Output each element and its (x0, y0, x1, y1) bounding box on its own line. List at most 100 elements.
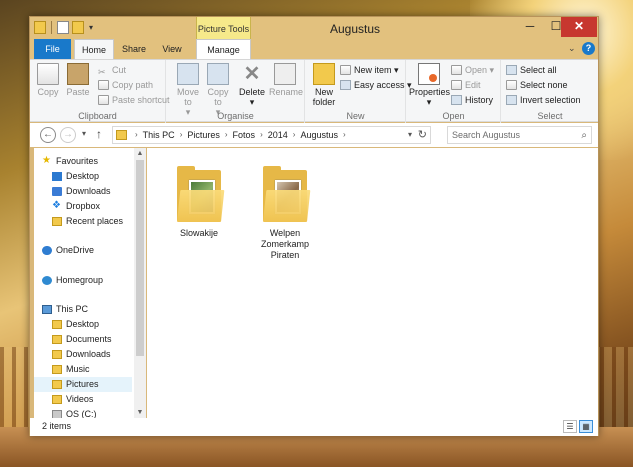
move-to-button[interactable]: Move to ▾ (173, 63, 203, 117)
copy-label: Copy (37, 87, 59, 97)
rename-label: Rename (269, 87, 304, 97)
open-icon (451, 65, 462, 75)
new-folder-qat-icon[interactable] (72, 21, 84, 34)
ribbon-collapse-icon[interactable]: ⌄ (568, 43, 576, 54)
address-dropdown-icon[interactable]: ▾ (408, 128, 412, 142)
back-button[interactable]: ← (40, 127, 56, 143)
refresh-icon[interactable]: ↻ (418, 127, 427, 143)
open-button[interactable]: Open ▾ (451, 63, 494, 77)
select-none-icon (506, 80, 517, 90)
copy-button[interactable]: Copy (36, 63, 60, 97)
nav-favourites[interactable]: ★ Favourites (34, 154, 132, 169)
large-icons-view-icon[interactable]: ▦ (579, 420, 593, 433)
open-label: Open (465, 65, 488, 75)
nav-this-pc-label: This PC (56, 304, 89, 314)
tab-manage[interactable]: Manage (196, 39, 251, 59)
properties-button[interactable]: Properties ▾ (409, 63, 451, 107)
tab-view[interactable]: View (154, 39, 190, 59)
scroll-thumb[interactable] (136, 160, 144, 356)
invert-selection-label: Invert selection (520, 95, 581, 105)
new-item-icon (340, 65, 351, 75)
ribbon: Copy Paste ✂ Cut Copy path Paste shortcu… (30, 59, 598, 123)
title-bar[interactable]: ▾ Picture Tools Augustus ─ ☐ ✕ (30, 17, 598, 39)
properties-qat-icon[interactable] (57, 21, 69, 34)
folder-icon (52, 335, 62, 344)
minimize-button[interactable]: ─ (517, 17, 543, 37)
scroll-up-icon[interactable]: ▲ (134, 150, 146, 157)
nav-scrollbar[interactable]: ▲ ▼ (134, 148, 146, 418)
customize-qat-icon[interactable]: ▾ (87, 21, 95, 34)
nav-onedrive[interactable]: OneDrive (34, 243, 132, 258)
search-input[interactable]: Search Augustus ⌕ (447, 126, 592, 144)
address-bar[interactable]: › This PC › Pictures › Fotos › 2014 › Au… (112, 126, 431, 144)
paste-shortcut-button[interactable]: Paste shortcut (98, 93, 170, 107)
edit-button[interactable]: Edit (451, 78, 481, 92)
paste-label: Paste (66, 87, 90, 97)
search-icon: ⌕ (581, 130, 587, 141)
breadcrumb-separator[interactable]: › (293, 127, 296, 143)
cut-label: Cut (112, 65, 127, 75)
forward-button[interactable]: → (60, 127, 76, 143)
breadcrumb-fotos[interactable]: Fotos (233, 127, 256, 143)
invert-selection-icon (506, 95, 517, 105)
nav-item-label: Documents (66, 334, 112, 344)
invert-selection-button[interactable]: Invert selection (506, 93, 581, 107)
folder-item[interactable]: Welpen Zomerkamp Piraten (245, 166, 325, 261)
nav-item-downloads[interactable]: Downloads (34, 347, 132, 362)
nav-item-dropbox[interactable]: ❖ Dropbox (34, 199, 132, 214)
delete-button[interactable]: ✕ Delete ▾ (237, 63, 267, 107)
nav-item-videos[interactable]: Videos (34, 392, 132, 407)
nav-item-label: Videos (66, 394, 94, 404)
nav-item-music[interactable]: Music (34, 362, 132, 377)
breadcrumb-separator[interactable]: › (343, 127, 346, 143)
cut-button[interactable]: ✂ Cut (98, 63, 126, 77)
nav-item-pictures[interactable]: Pictures (34, 377, 132, 392)
downloads-icon (52, 187, 62, 196)
delete-x-icon: ✕ (243, 63, 261, 85)
easy-access-button[interactable]: Easy access ▾ (340, 78, 412, 92)
new-item-button[interactable]: New item ▾ (340, 63, 399, 77)
close-button[interactable]: ✕ (561, 17, 597, 37)
select-all-button[interactable]: Select all (506, 63, 557, 77)
history-button[interactable]: History (451, 93, 493, 107)
breadcrumb-pictures[interactable]: Pictures (187, 127, 220, 143)
open-group: Properties ▾ Open ▾ Edit History Open (407, 60, 501, 123)
recent-locations-dropdown[interactable]: ▾ (82, 129, 86, 138)
breadcrumb-separator[interactable]: › (180, 127, 183, 143)
nav-item-desktop[interactable]: Desktop (34, 169, 132, 184)
tab-home[interactable]: Home (74, 39, 114, 59)
new-folder-button[interactable]: New folder (310, 63, 338, 107)
nav-item-downloads[interactable]: Downloads (34, 184, 132, 199)
tab-file[interactable]: File (34, 39, 71, 59)
paste-button[interactable]: Paste (66, 63, 90, 97)
select-none-button[interactable]: Select none (506, 78, 568, 92)
help-icon[interactable]: ? (582, 42, 595, 55)
details-view-icon[interactable]: ☰ (563, 420, 577, 433)
nav-item-documents[interactable]: Documents (34, 332, 132, 347)
copy-to-button[interactable]: Copy to ▾ (203, 63, 233, 117)
nav-item-recent-places[interactable]: Recent places (34, 214, 132, 229)
edit-icon (451, 80, 462, 90)
copy-path-button[interactable]: Copy path (98, 78, 153, 92)
new-item-label: New item (354, 65, 392, 75)
window-title: Augustus (330, 22, 381, 36)
breadcrumb-2014[interactable]: 2014 (268, 127, 288, 143)
copy-to-label: Copy to (207, 87, 229, 107)
status-bar: 2 items ☰ ▦ (30, 418, 598, 436)
nav-this-pc[interactable]: This PC (34, 302, 132, 317)
breadcrumb-separator[interactable]: › (225, 127, 228, 143)
nav-item-os-c[interactable]: OS (C:) (34, 407, 132, 418)
up-button[interactable]: ↑ (96, 127, 102, 141)
tab-share[interactable]: Share (116, 39, 152, 59)
breadcrumb-augustus[interactable]: Augustus (300, 127, 338, 143)
nav-homegroup[interactable]: Homegroup (34, 273, 132, 288)
scroll-down-icon[interactable]: ▼ (134, 409, 146, 416)
folder-name: Welpen Zomerkamp Piraten (260, 228, 309, 260)
folder-item[interactable]: Slowakije (159, 166, 239, 239)
nav-item-desktop[interactable]: Desktop (34, 317, 132, 332)
nav-onedrive-label: OneDrive (56, 245, 95, 255)
breadcrumb-separator[interactable]: › (260, 127, 263, 143)
breadcrumb-this-pc[interactable]: This PC (143, 127, 175, 143)
rename-button[interactable]: Rename (269, 63, 304, 97)
properties-label: Properties (409, 87, 451, 97)
